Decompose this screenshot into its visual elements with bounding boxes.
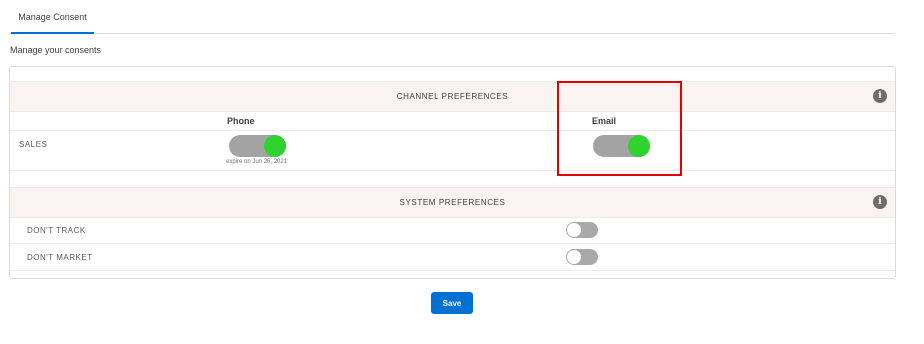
phone-expiry-note: expire on Jun 26, 2021 — [226, 159, 288, 165]
sales-phone-toggle[interactable] — [229, 135, 286, 157]
row-label-sales: SALES — [19, 140, 48, 149]
channel-preferences-title: CHANNEL PREFERENCES — [396, 92, 509, 101]
system-preferences-title: SYSTEM PREFERENCES — [399, 198, 506, 207]
toggle-knob — [264, 135, 286, 157]
divider — [10, 243, 895, 244]
column-header-phone: Phone — [227, 116, 255, 126]
tab-manage-consent[interactable]: Manage Consent — [11, 0, 94, 34]
tab-bar: Manage Consent — [9, 0, 895, 34]
consent-card: CHANNEL PREFERENCES i Phone Email SALES … — [9, 66, 896, 279]
page-subtitle: Manage your consents — [10, 45, 102, 55]
channel-info-icon[interactable]: i — [873, 89, 887, 103]
system-info-icon[interactable]: i — [873, 195, 887, 209]
toggle-knob — [567, 223, 581, 237]
divider — [10, 170, 895, 171]
row-label-dont-market: DON'T MARKET — [27, 253, 93, 262]
channel-preferences-header: CHANNEL PREFERENCES — [10, 81, 895, 112]
dont-market-toggle[interactable] — [566, 249, 598, 265]
system-preferences-header: SYSTEM PREFERENCES — [10, 187, 895, 218]
divider — [10, 270, 895, 271]
save-button[interactable]: Save — [431, 292, 473, 314]
email-highlight-box — [557, 81, 682, 176]
dont-track-toggle[interactable] — [566, 222, 598, 238]
toggle-knob — [567, 250, 581, 264]
divider — [10, 130, 895, 131]
row-label-dont-track: DON'T TRACK — [27, 226, 86, 235]
